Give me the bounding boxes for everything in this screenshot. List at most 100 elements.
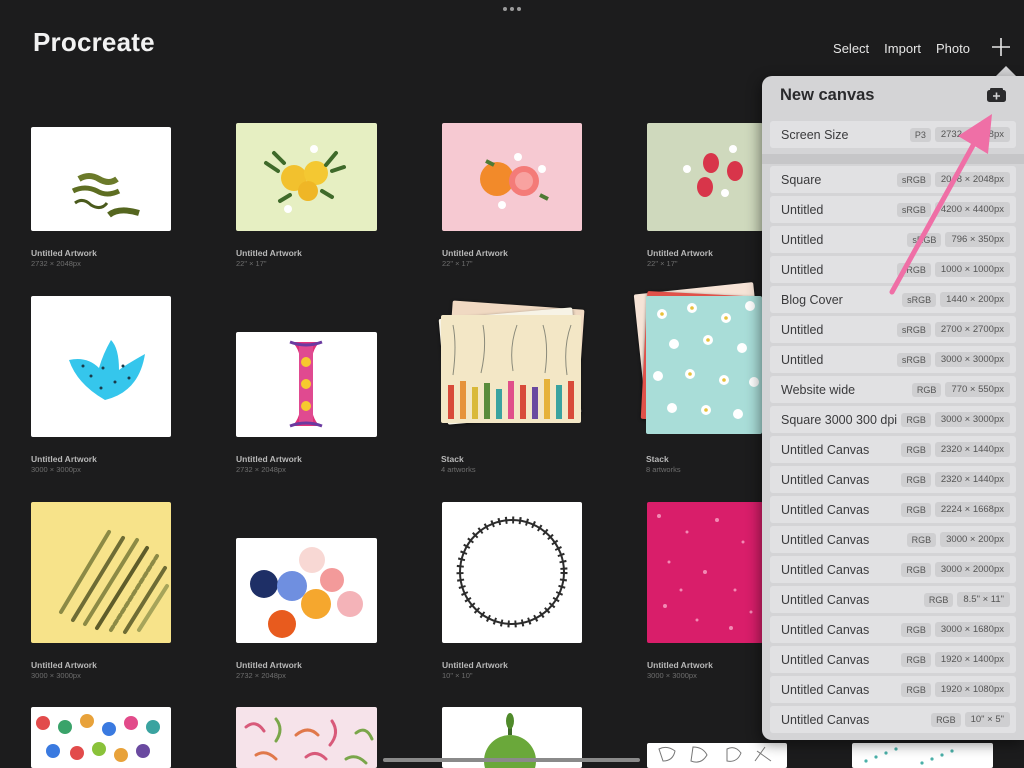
artwork-size: 3000 × 3000px xyxy=(647,671,697,680)
canvas-preset-row[interactable]: Untitled Canvas RGB 2224 × 1668px xyxy=(770,496,1016,523)
artwork-size: 3000 × 3000px xyxy=(31,465,81,474)
preset-dimensions: 3000 × 2000px xyxy=(934,562,1010,577)
preset-colorspace: RGB xyxy=(901,682,931,697)
artwork-name: Untitled Artwork xyxy=(442,248,508,258)
canvas-preset-row[interactable]: Untitled Canvas RGB 3000 × 200px xyxy=(770,526,1016,553)
canvas-preset-row[interactable]: Untitled Canvas RGB 2320 × 1440px xyxy=(770,436,1016,463)
stack-count: 4 artworks xyxy=(441,465,476,474)
artwork-thumbnail[interactable] xyxy=(31,127,171,231)
preset-name: Untitled xyxy=(781,352,824,367)
stack-name: Stack xyxy=(646,454,669,464)
artwork-name: Untitled Artwork xyxy=(236,248,302,258)
preset-colorspace: RGB xyxy=(901,472,931,487)
stack-name: Stack xyxy=(441,454,464,464)
canvas-preset-row[interactable]: Untitled Canvas RGB 10" × 5" xyxy=(770,706,1016,733)
artwork-size: 10" × 10" xyxy=(442,671,473,680)
artwork-thumbnail[interactable] xyxy=(647,502,763,643)
canvas-preset-row[interactable]: Untitled Canvas RGB 1920 × 1400px xyxy=(770,646,1016,673)
artwork-size: 3000 × 3000px xyxy=(31,671,81,680)
artwork-name: Untitled Artwork xyxy=(647,248,713,258)
artwork-thumbnail[interactable] xyxy=(31,707,171,768)
canvas-preset-row[interactable]: Untitled sRGB 3000 × 3000px xyxy=(770,346,1016,373)
preset-colorspace: RGB xyxy=(901,622,931,637)
artwork-name: Untitled Artwork xyxy=(31,248,97,258)
preset-dimensions: 770 × 550px xyxy=(945,382,1010,397)
artwork-size: 22" × 17" xyxy=(442,259,473,268)
preset-colorspace: RGB xyxy=(901,652,931,667)
artwork-thumbnail[interactable] xyxy=(442,502,582,643)
artwork-size: 22" × 17" xyxy=(236,259,267,268)
preset-colorspace: RGB xyxy=(901,442,931,457)
artwork-name: Untitled Artwork xyxy=(236,660,302,670)
artwork-thumbnail[interactable] xyxy=(646,296,762,434)
canvas-preset-row[interactable]: Untitled Canvas RGB 3000 × 2000px xyxy=(770,556,1016,583)
preset-dimensions: 10" × 5" xyxy=(964,712,1010,727)
preset-dimensions: 2700 × 2700px xyxy=(934,322,1010,337)
preset-dimensions: 2320 × 1440px xyxy=(934,472,1010,487)
preset-colorspace: RGB xyxy=(923,592,954,607)
preset-name: Untitled Canvas xyxy=(781,712,870,727)
preset-dimensions: 2224 × 1668px xyxy=(934,502,1010,517)
stack-count: 8 artworks xyxy=(646,465,681,474)
preset-name: Untitled Canvas xyxy=(781,592,870,607)
canvas-preset-row[interactable]: Untitled Canvas RGB 3000 × 1680px xyxy=(770,616,1016,643)
preset-colorspace: RGB xyxy=(911,382,942,397)
preset-colorspace: RGB xyxy=(931,712,961,727)
preset-colorspace: RGB xyxy=(901,502,931,517)
artwork-thumbnail[interactable] xyxy=(236,332,377,437)
preset-dimensions: 1920 × 1400px xyxy=(934,652,1010,667)
artwork-name: Untitled Artwork xyxy=(31,660,97,670)
artwork-name: Untitled Artwork xyxy=(236,454,302,464)
artwork-name: Untitled Artwork xyxy=(31,454,97,464)
preset-colorspace: sRGB xyxy=(896,352,931,367)
artwork-thumbnail[interactable] xyxy=(647,743,787,768)
artwork-size: 2732 × 2048px xyxy=(236,671,286,680)
canvas-preset-row[interactable]: Untitled Canvas RGB 8.5" × 11" xyxy=(770,586,1016,613)
artwork-thumbnail[interactable] xyxy=(647,123,763,231)
artwork-thumbnail[interactable] xyxy=(236,538,377,643)
new-canvas-icon[interactable] xyxy=(986,87,1007,103)
artwork-size: 2732 × 2048px xyxy=(31,259,81,268)
artwork-thumbnail[interactable] xyxy=(31,502,171,643)
artwork-name: Untitled Artwork xyxy=(647,660,713,670)
artwork-thumbnail[interactable] xyxy=(236,123,377,231)
artwork-thumbnail[interactable] xyxy=(236,707,377,768)
preset-name: Untitled Canvas xyxy=(781,472,870,487)
artwork-name: Untitled Artwork xyxy=(442,660,508,670)
preset-name: Untitled Canvas xyxy=(781,502,870,517)
preset-name: Untitled Canvas xyxy=(781,562,870,577)
preset-colorspace: RGB xyxy=(906,532,937,547)
canvas-preset-row[interactable]: Square 3000 300 dpi RGB 3000 × 3000px xyxy=(770,406,1016,433)
preset-name: Untitled Canvas xyxy=(781,622,870,637)
artwork-thumbnail[interactable] xyxy=(442,123,582,231)
preset-dimensions: 3000 × 1680px xyxy=(934,622,1010,637)
preset-dimensions: 2320 × 1440px xyxy=(934,442,1010,457)
preset-name: Website wide xyxy=(781,382,856,397)
preset-name: Untitled xyxy=(781,322,824,337)
preset-dimensions: 3000 × 3000px xyxy=(934,412,1010,427)
artwork-thumbnail[interactable] xyxy=(852,743,993,768)
preset-name: Square 3000 300 dpi xyxy=(781,412,898,427)
artwork-thumbnail[interactable] xyxy=(31,296,171,437)
popover-arrow xyxy=(996,66,1016,76)
preset-dimensions: 3000 × 200px xyxy=(940,532,1010,547)
preset-dimensions: 3000 × 3000px xyxy=(934,352,1010,367)
popover-title: New canvas xyxy=(780,86,875,104)
artwork-thumbnail[interactable] xyxy=(441,315,581,423)
canvas-preset-row[interactable]: Website wide RGB 770 × 550px xyxy=(770,376,1016,403)
artwork-size: 2732 × 2048px xyxy=(236,465,286,474)
preset-colorspace: RGB xyxy=(901,562,931,577)
preset-dimensions: 8.5" × 11" xyxy=(957,592,1010,607)
canvas-preset-row[interactable]: Untitled sRGB 2700 × 2700px xyxy=(770,316,1016,343)
preset-colorspace: sRGB xyxy=(896,322,931,337)
preset-name: Untitled Canvas xyxy=(781,532,870,547)
annotation-arrow xyxy=(889,114,992,295)
canvas-preset-row[interactable]: Untitled Canvas RGB 1920 × 1080px xyxy=(770,676,1016,703)
home-indicator xyxy=(383,758,640,762)
preset-colorspace: RGB xyxy=(901,412,931,427)
preset-dimensions: 1920 × 1080px xyxy=(934,682,1010,697)
canvas-preset-row[interactable]: Untitled Canvas RGB 2320 × 1440px xyxy=(770,466,1016,493)
preset-name: Untitled Canvas xyxy=(781,652,870,667)
artwork-size: 22" × 17" xyxy=(647,259,678,268)
preset-name: Untitled Canvas xyxy=(781,682,870,697)
